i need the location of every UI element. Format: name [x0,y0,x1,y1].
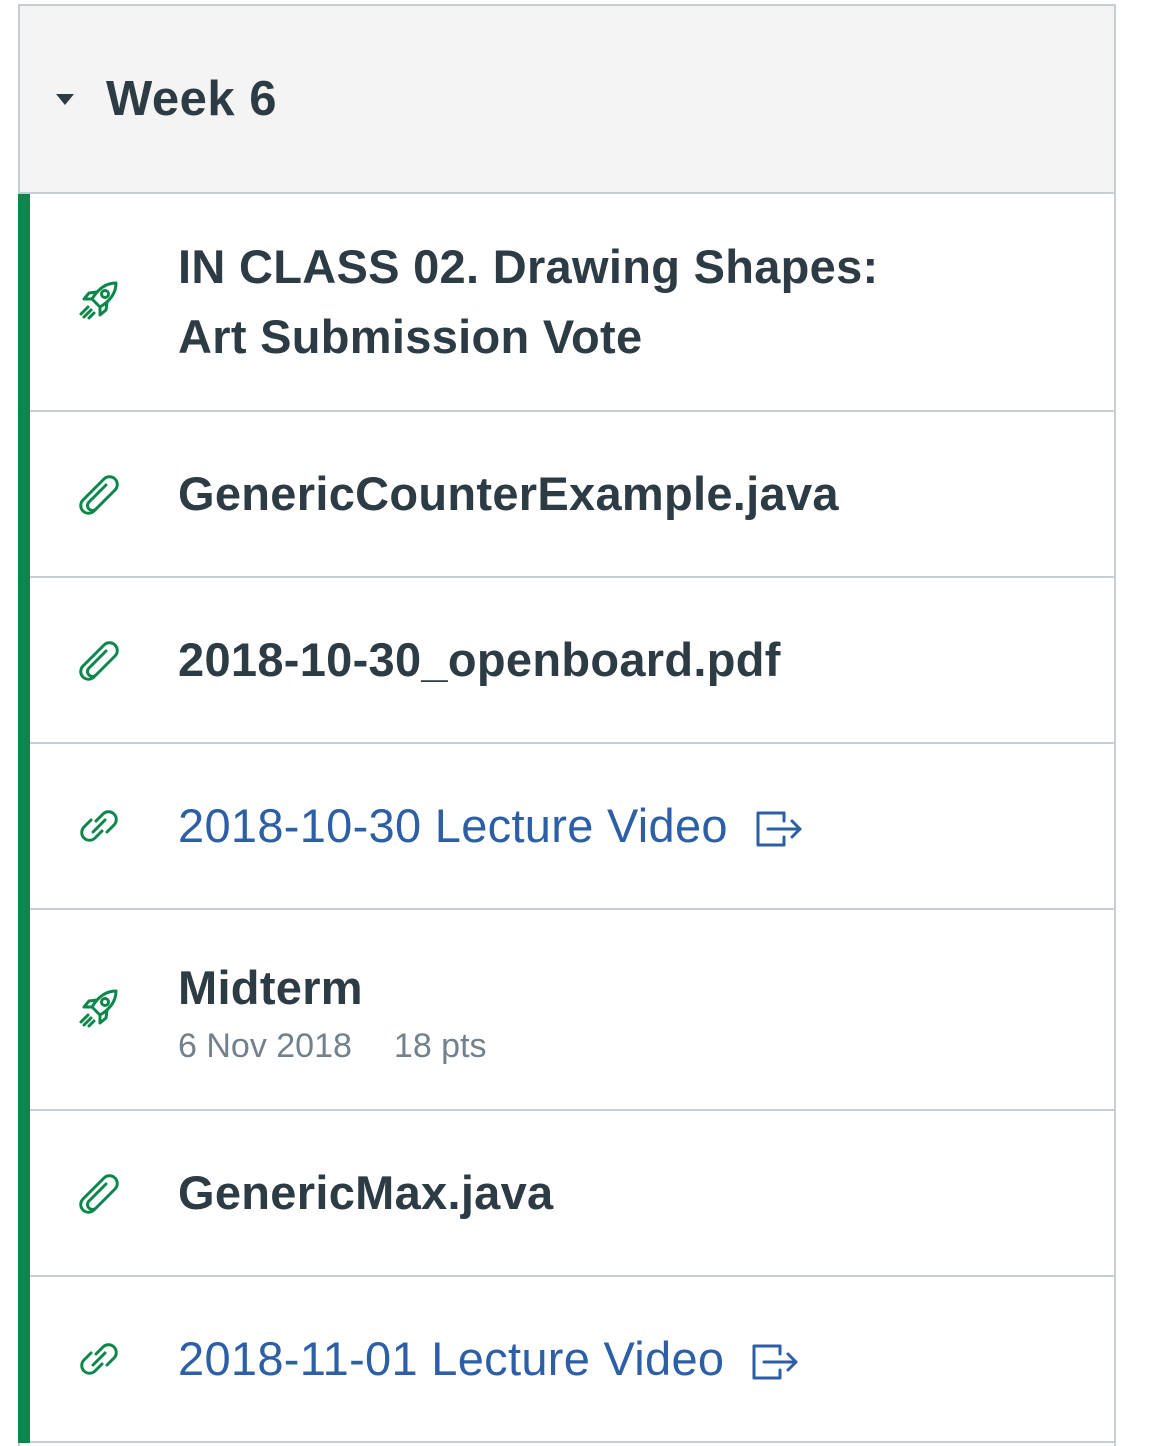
module-item-attachment[interactable]: GenericMax.java [18,1111,1114,1277]
paperclip-icon [72,1166,126,1220]
points-possible: 18 pts [393,1027,487,1065]
rocket-icon [72,983,126,1037]
rocket-icon [72,275,126,329]
link-icon [72,799,126,853]
module-item-external-link[interactable]: 2018-11-01 Lecture Video [18,1277,1114,1443]
link-text[interactable]: 2018-11-01 Lecture Video [178,1324,724,1394]
paperclip-icon [72,633,126,687]
due-date: 6 Nov 2018 [178,1027,352,1065]
paperclip-icon [72,467,126,521]
module-item-attachment[interactable]: GenericCounterExample.java [18,412,1114,578]
module-week-6: Week 6 IN CLASS 02. Drawing Shapes: Art … [18,4,1116,1446]
module-item-quiz[interactable]: Midterm 6 Nov 2018 18 pts [18,910,1114,1111]
item-title[interactable]: Art Submission Vote [178,302,879,372]
item-title[interactable]: GenericCounterExample.java [178,459,839,529]
module-item-external-link[interactable]: 2018-10-30 Lecture Video [18,744,1114,910]
item-details: 6 Nov 2018 18 pts [178,1027,487,1066]
item-title[interactable]: Midterm [178,953,487,1023]
module-item-attachment[interactable]: 2018-10-30_openboard.pdf [18,578,1114,744]
external-link-icon [754,809,804,849]
item-title[interactable]: GenericMax.java [178,1158,554,1228]
caret-down-icon[interactable] [56,93,74,105]
link-icon [72,1332,126,1386]
external-link-icon [750,1342,800,1382]
item-title[interactable]: 2018-10-30_openboard.pdf [178,625,781,695]
link-text[interactable]: 2018-10-30 Lecture Video [178,791,728,861]
module-item-quiz[interactable]: IN CLASS 02. Drawing Shapes: Art Submiss… [18,194,1114,412]
external-link-title[interactable]: 2018-11-01 Lecture Video [178,1324,800,1394]
item-title[interactable]: IN CLASS 02. Drawing Shapes: [178,232,879,302]
external-link-title[interactable]: 2018-10-30 Lecture Video [178,791,804,861]
module-header[interactable]: Week 6 [20,6,1114,194]
module-title: Week 6 [106,72,277,126]
